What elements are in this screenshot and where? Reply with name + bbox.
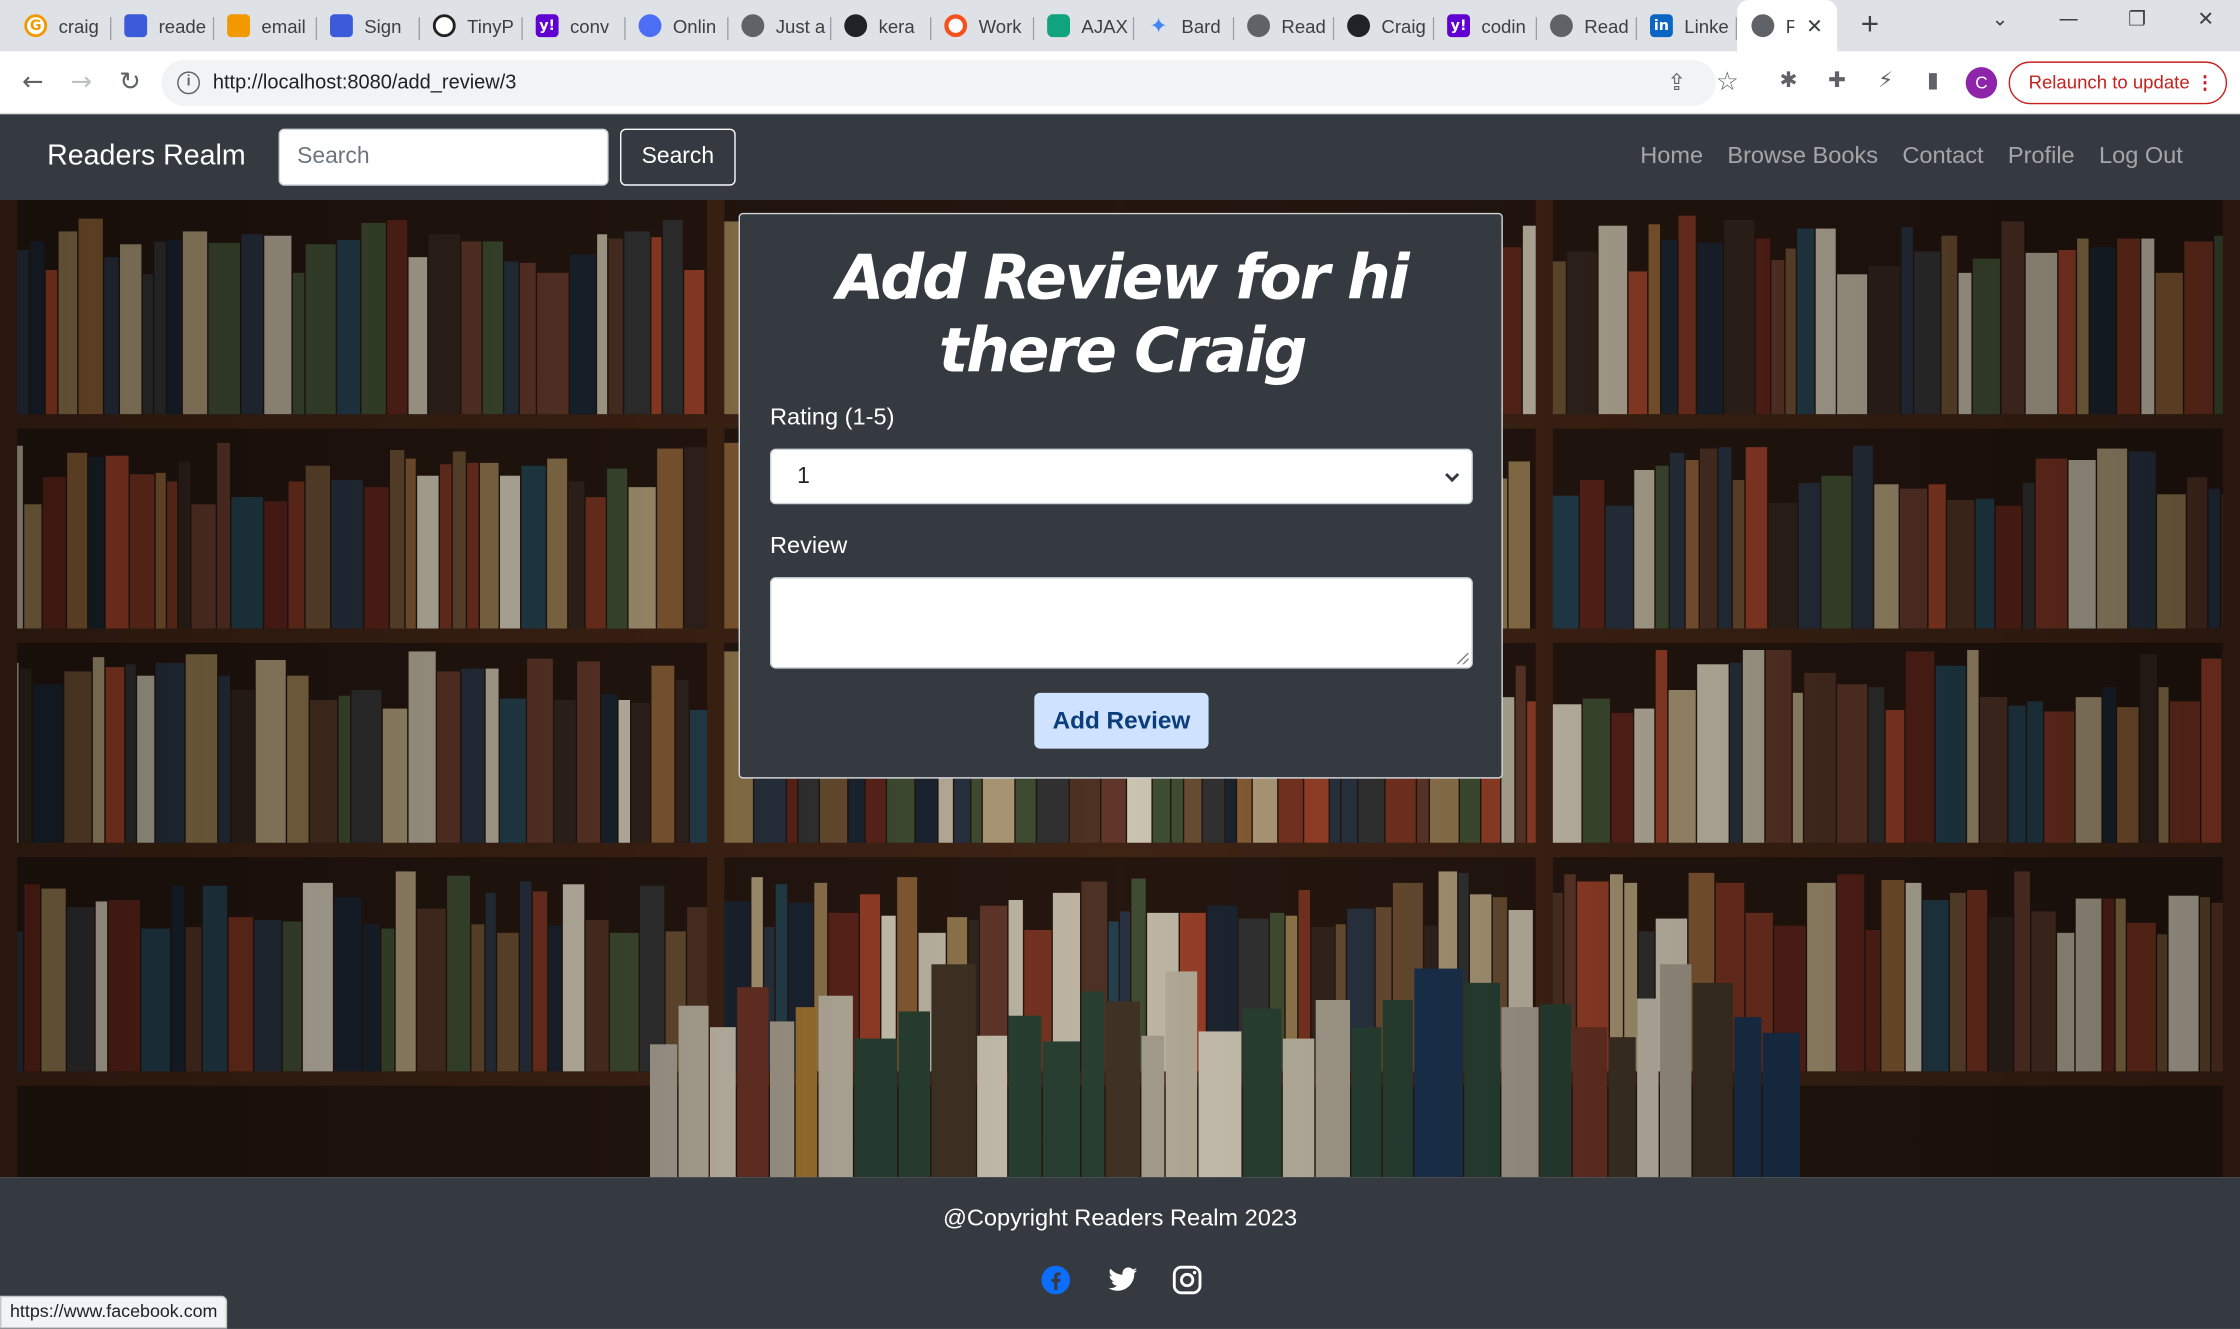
circle-icon — [638, 14, 662, 38]
twitter-icon[interactable] — [1107, 1264, 1138, 1295]
tab[interactable]: Read — [1537, 6, 1638, 46]
tab[interactable]: reade — [111, 6, 215, 46]
tab[interactable]: y! conv — [523, 6, 626, 46]
site-footer: @Copyright Readers Realm 2023 — [0, 1177, 2240, 1329]
add-review-button[interactable]: Add Review — [1034, 692, 1209, 749]
tab[interactable]: kera — [831, 6, 932, 46]
nav-link-log-out[interactable]: Log Out — [2099, 143, 2183, 170]
sparkle-icon: ✦ — [1149, 12, 1168, 39]
resize-handle[interactable] — [1457, 652, 1469, 665]
review-textarea[interactable] — [769, 577, 1473, 669]
review-label: Review — [769, 532, 848, 559]
tab[interactable]: Just a — [729, 6, 832, 46]
url-text[interactable]: http://localhost:8080/add_review/3 — [213, 70, 517, 93]
copyright-text: @Copyright Readers Realm 2023 — [942, 1205, 1298, 1232]
nav-link-profile[interactable]: Profile — [2008, 143, 2075, 170]
more-icon: ⋮ — [2195, 71, 2215, 93]
panda-icon — [432, 14, 456, 38]
shield-icon — [227, 14, 250, 38]
close-icon[interactable]: ✕ — [1806, 14, 1823, 38]
globe-icon — [1549, 14, 1573, 38]
nav-link-home[interactable]: Home — [1640, 143, 1703, 170]
tab[interactable]: ✦ Bard — [1134, 6, 1235, 46]
nav-link-contact[interactable]: Contact — [1902, 143, 1983, 170]
relaunch-button[interactable]: Relaunch to update ⋮ — [2008, 61, 2228, 105]
search-button[interactable]: Search — [619, 128, 736, 186]
info-icon[interactable]: i — [177, 71, 200, 95]
github-icon — [1347, 14, 1370, 38]
tab[interactable]: y! codin — [1434, 6, 1538, 46]
tab[interactable]: Work — [931, 6, 1035, 46]
status-bar-url: https://www.facebook.com — [0, 1295, 228, 1329]
yahoo-icon: y! — [535, 14, 559, 38]
tab[interactable]: in Linke — [1637, 6, 1738, 46]
page-title: Add Review for hi there Craig — [836, 242, 1410, 388]
share-icon[interactable]: ⇪ — [1667, 69, 1686, 96]
side-panel-icon[interactable]: ▮ — [1917, 67, 1948, 98]
instagram-icon[interactable] — [1171, 1264, 1202, 1295]
tab[interactable]: Onlin — [626, 6, 729, 46]
rating-value: 1 — [797, 464, 810, 489]
tab[interactable]: Craig — [1334, 6, 1435, 46]
star-icon[interactable]: ☆ — [1716, 67, 1739, 97]
ring-icon — [944, 14, 968, 38]
globe-icon — [741, 14, 765, 38]
extensions-icon[interactable]: ✚ — [1821, 67, 1852, 98]
nav-links: Home Browse Books Contact Profile Log Ou… — [1640, 143, 2183, 170]
nav-link-browse-books[interactable]: Browse Books — [1727, 143, 1878, 170]
rating-select[interactable]: 1 — [769, 448, 1473, 505]
tab[interactable]: TinyP — [420, 6, 523, 46]
facebook-icon[interactable] — [1040, 1264, 1071, 1295]
new-tab-button[interactable]: + — [1853, 8, 1887, 43]
reload-icon[interactable]: ↻ — [113, 66, 147, 100]
restore-icon[interactable]: ❐ — [2120, 9, 2154, 32]
github-icon — [844, 14, 868, 38]
forward-icon[interactable]: → — [64, 66, 98, 100]
performance-icon[interactable]: ⚡ — [1870, 67, 1901, 98]
tab[interactable]: email — [214, 6, 318, 46]
tab[interactable]: Read — [1234, 6, 1335, 46]
rating-label: Rating (1-5) — [769, 404, 895, 430]
tab[interactable]: AJAX — [1034, 6, 1135, 46]
bug-icon[interactable]: ✱ — [1773, 67, 1804, 98]
relaunch-label: Relaunch to update — [2028, 71, 2190, 93]
tab[interactable]: Gcraig — [11, 6, 112, 46]
tab-active[interactable]: F✕ — [1737, 0, 1838, 52]
globe-icon — [1247, 14, 1270, 38]
browser-window: Gcraig reade email Sign TinyP y! conv Onl… — [0, 0, 2240, 1329]
review-form-card: Add Review for hi there Craig Rating (1-… — [738, 212, 1503, 779]
tab-search-icon[interactable]: ⌄ — [1983, 9, 2017, 32]
shield-icon — [329, 14, 353, 38]
shield-icon — [124, 14, 148, 38]
chevron-down-icon — [1445, 467, 1460, 483]
tab-strip: Gcraig reade email Sign TinyP y! conv Onl… — [0, 0, 2240, 52]
profile-avatar[interactable]: C — [1965, 67, 1998, 99]
site-navbar: Readers Realm Search Home Browse Books C… — [0, 114, 2240, 200]
browser-toolbar: ← → ↻ i http://localhost:8080/add_review… — [0, 51, 2240, 115]
window-close-icon[interactable]: ✕ — [2189, 9, 2223, 32]
address-bar[interactable]: i http://localhost:8080/add_review/3 ⇪ ☆ — [161, 59, 1739, 106]
linkedin-icon: in — [1649, 14, 1673, 38]
openai-icon — [1047, 14, 1070, 38]
yahoo-icon: y! — [1447, 14, 1470, 38]
minimize-icon[interactable]: — — [2051, 9, 2085, 32]
back-icon[interactable]: ← — [16, 66, 50, 100]
site-brand[interactable]: Readers Realm — [47, 140, 246, 173]
globe-icon — [1751, 14, 1775, 38]
tab[interactable]: Sign — [317, 6, 420, 46]
search-input[interactable] — [278, 128, 609, 186]
google-icon: G — [24, 14, 48, 38]
